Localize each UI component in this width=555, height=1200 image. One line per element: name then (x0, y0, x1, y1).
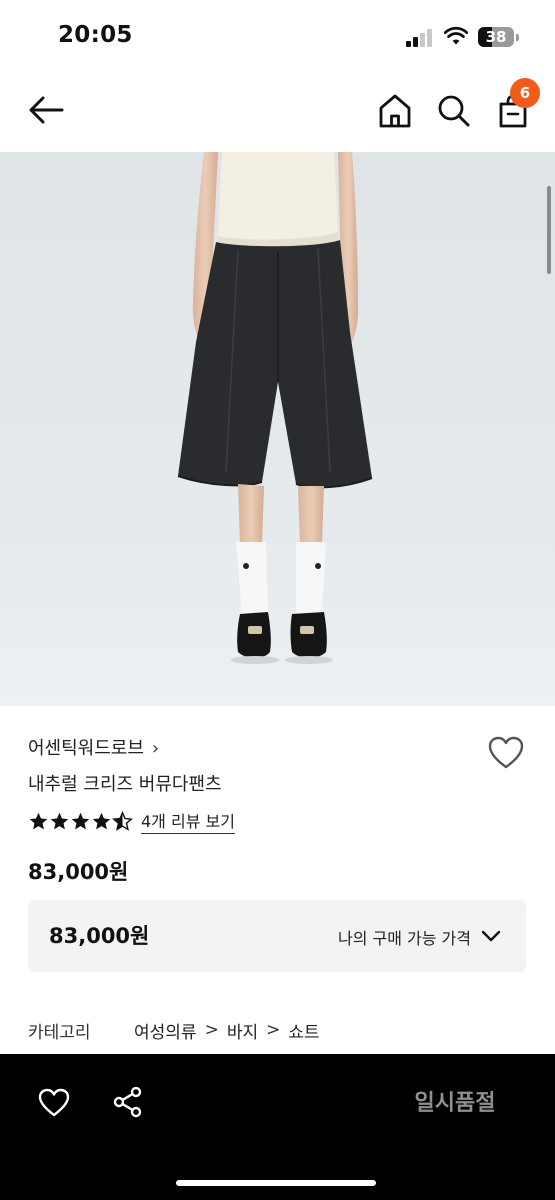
cellular-signal-icon (406, 29, 436, 47)
purchasable-price: 83,000원 (49, 924, 150, 948)
brand-name: 어센틱워드로브 (28, 738, 144, 759)
chevron-down-icon (481, 930, 501, 942)
breadcrumb-separator: > (266, 1020, 281, 1040)
status-bar: 20:05 38 (0, 0, 555, 72)
category-label: 카테고리 (28, 1022, 91, 1043)
star-half-icon (112, 810, 133, 831)
category-crumb[interactable]: 쇼트 (288, 1018, 319, 1043)
review-link[interactable]: 4개 리뷰 보기 (141, 808, 235, 834)
brand-chevron-icon: › (151, 738, 160, 759)
purchasable-price-label: 나의 구매 가능 가격 (337, 929, 471, 948)
brand-link[interactable]: 어센틱워드로브 › (28, 734, 159, 760)
star-icon (92, 812, 111, 829)
wishlist-heart-icon[interactable] (488, 736, 524, 770)
star-icon (29, 812, 48, 829)
page-scrollbar[interactable] (547, 186, 551, 274)
battery-percent: 38 (485, 28, 507, 46)
sold-out-button[interactable]: 일시품절 (400, 1084, 510, 1124)
home-icon[interactable] (376, 92, 414, 130)
category-crumb[interactable]: 바지 (227, 1018, 258, 1043)
rating-row: 4개 리뷰 보기 (28, 808, 235, 834)
rating-stars (28, 810, 133, 832)
back-arrow-icon[interactable] (26, 92, 66, 128)
search-icon[interactable] (436, 92, 472, 130)
purchasable-price-box[interactable]: 83,000원 나의 구매 가능 가격 (28, 900, 526, 972)
category-crumb[interactable]: 여성의류 (134, 1018, 197, 1043)
heart-icon[interactable] (38, 1088, 70, 1118)
star-icon (71, 812, 90, 829)
breadcrumb-separator: > (204, 1020, 219, 1040)
product-image[interactable] (0, 152, 555, 706)
status-time: 20:05 (58, 22, 133, 48)
product-price: 83,000원 (28, 860, 129, 884)
wifi-icon (444, 26, 468, 45)
star-icon (50, 812, 69, 829)
share-icon[interactable] (112, 1086, 144, 1118)
category-row: 카테고리 여성의류 > 바지 > 쇼트 (28, 1018, 320, 1043)
battery-icon: 38 (478, 27, 519, 47)
bottom-action-bar: 일시품절 (0, 1054, 555, 1200)
product-name: 내추럴 크리즈 버뮤다팬츠 (28, 774, 222, 795)
app-header (0, 72, 555, 152)
home-indicator[interactable] (176, 1180, 376, 1186)
cart-count-badge: 6 (510, 78, 540, 108)
